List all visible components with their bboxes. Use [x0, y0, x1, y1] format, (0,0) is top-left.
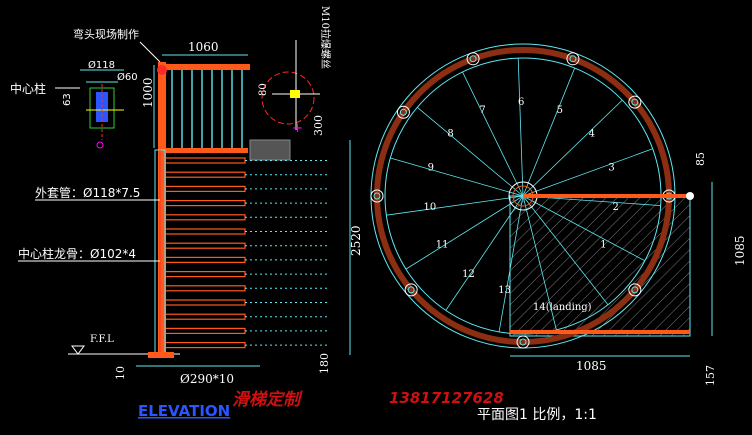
step-number: 1 [600, 240, 606, 251]
dim-85: 85 [694, 152, 707, 166]
step-number: 6 [518, 97, 524, 108]
tread [164, 171, 246, 178]
m10-label: M10拉爆螺丝 [319, 6, 332, 69]
tread [164, 327, 246, 334]
tread [164, 299, 246, 306]
plan-view: 12345678910111213 14(landing) 85 1085 10… [370, 43, 747, 423]
step-radial [522, 67, 576, 197]
plan-title: 平面图1 比例，1:1 [477, 407, 597, 423]
dim-1085-horizontal: 1085 [576, 359, 607, 373]
bend-note: 弯头现场制作 [73, 27, 139, 41]
keel-label: 中心柱龙骨：Ø102*4 [18, 246, 136, 261]
dim-1060: 1060 [188, 40, 219, 54]
center-post-label: 中心柱 [10, 81, 46, 96]
tread [164, 313, 246, 320]
dia-118: Ø118 [88, 59, 115, 71]
step-number: 4 [589, 128, 595, 139]
step-number: 3 [608, 163, 614, 174]
dim-1085-vertical: 1085 [733, 235, 747, 266]
dim-180: 180 [318, 353, 331, 374]
step-radial [417, 106, 524, 197]
tread [164, 342, 246, 349]
step-number: 10 [424, 202, 437, 213]
tread [164, 228, 246, 235]
step-radial [390, 157, 524, 197]
step-number: 12 [462, 269, 475, 280]
dim-1000: 1000 [141, 77, 155, 108]
stair-treads [164, 157, 330, 349]
dim-63: 63 [62, 93, 73, 106]
tread [164, 157, 246, 164]
sleeve-label: 外套管：Ø118*7.5 [35, 185, 140, 200]
center-post-detail: 弯头现场制作 中心柱 Ø118 Ø60 63 [10, 27, 161, 149]
step-radial [462, 71, 524, 197]
step-number: 9 [428, 163, 434, 174]
step-radial [522, 148, 653, 197]
dim-157: 157 [704, 365, 717, 386]
ffl-label: F.F.L [90, 334, 114, 345]
tread [164, 214, 246, 221]
elevation-title: ELEVATION [138, 402, 230, 420]
step-number: 7 [479, 105, 485, 116]
step-radial [522, 99, 623, 197]
step-number: 13 [498, 285, 511, 296]
cad-drawing-canvas: 弯头现场制作 中心柱 Ø118 Ø60 63 1060 1000 2520 30… [0, 0, 752, 435]
dim-2520: 2520 [349, 225, 363, 256]
tread [164, 271, 246, 278]
landing-label: 14(landing) [533, 302, 592, 313]
dim-80: 80 [258, 83, 269, 96]
dia-60: Ø60 [117, 71, 138, 83]
step-number: 8 [447, 128, 453, 139]
watermark-phone: 13817127628 [389, 389, 504, 407]
svg-text:+: + [292, 121, 303, 136]
step-number: 5 [557, 105, 563, 116]
base-dia: Ø290*10 [180, 372, 234, 386]
step-radial [386, 195, 524, 216]
drawing: 弯头现场制作 中心柱 Ø118 Ø60 63 1060 1000 2520 30… [10, 6, 747, 423]
watermark-text: 滑梯定制 [232, 390, 303, 410]
tread [164, 185, 246, 192]
step-number: 11 [436, 240, 449, 251]
step-radial [517, 58, 524, 197]
tread [164, 256, 246, 263]
dim-10: 10 [114, 366, 127, 380]
tread [164, 242, 246, 249]
tread [164, 285, 246, 292]
step-number: 2 [612, 202, 618, 213]
tread [164, 200, 246, 207]
dim-300: 300 [312, 115, 325, 136]
